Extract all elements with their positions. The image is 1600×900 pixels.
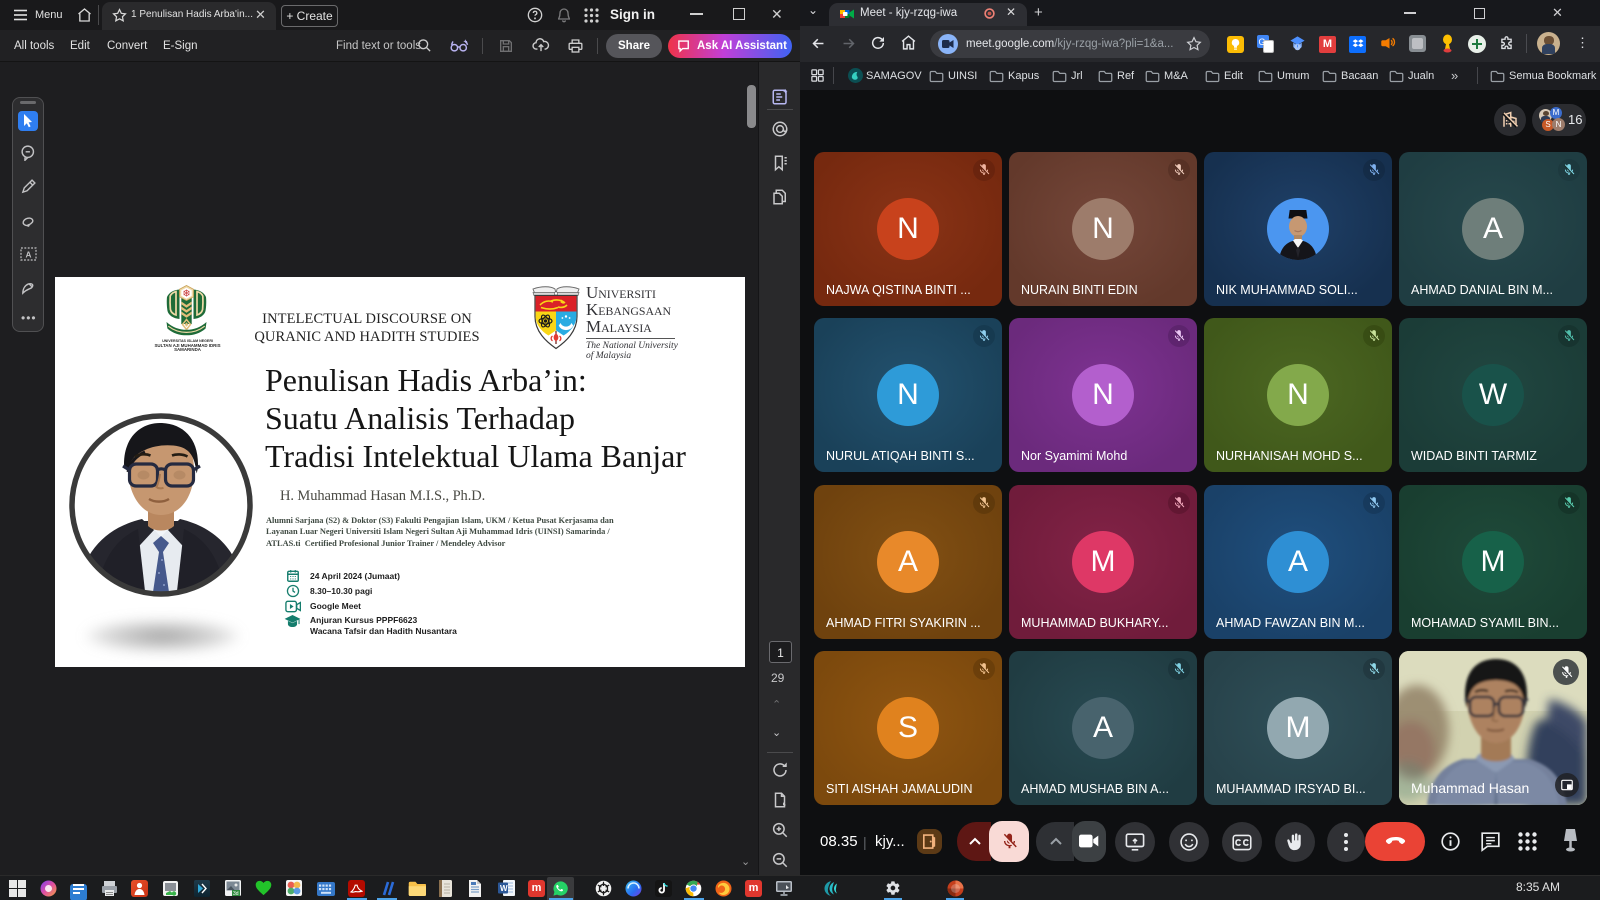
svg-text:A: A bbox=[26, 250, 32, 259]
svg-text:3d: 3d bbox=[233, 891, 239, 897]
svg-text:W: W bbox=[500, 884, 508, 893]
